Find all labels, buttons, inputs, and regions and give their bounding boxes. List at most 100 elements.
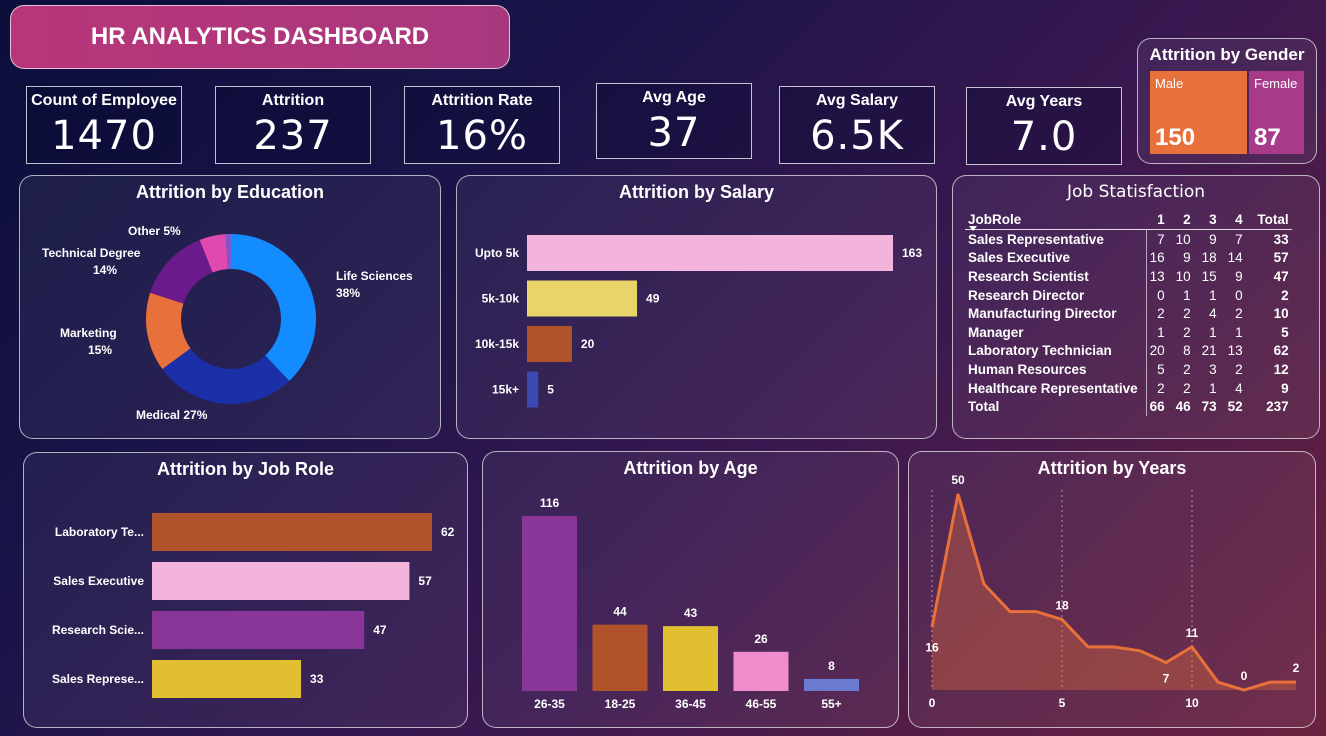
table-cell: 2 xyxy=(1281,287,1289,303)
kpi-label: Attrition Rate xyxy=(431,92,533,109)
bar xyxy=(733,651,789,691)
category-label: Upto 5k xyxy=(475,246,519,260)
gender-male-tile[interactable]: Male 150 xyxy=(1150,71,1247,154)
bar xyxy=(592,624,648,691)
kpi-value: 7.0 xyxy=(1010,114,1078,160)
jobrole-bar-chart: Laboratory Te... 62 Sales Executive 57 Resea… xyxy=(52,513,455,698)
table-cell: 5 xyxy=(1281,324,1289,340)
column-header-1[interactable]: 1 xyxy=(1142,209,1168,230)
slice-label: Technical Degree xyxy=(42,246,141,260)
bar xyxy=(152,562,410,600)
table-row[interactable]: Human Resources 5 2 3 2 12 xyxy=(965,360,1292,379)
table-cell: 57 xyxy=(1273,250,1289,266)
category-label: 18-25 xyxy=(605,697,636,711)
bar xyxy=(152,660,302,698)
table-cell: 2 xyxy=(1235,361,1243,377)
table-cell: 14 xyxy=(1227,250,1243,266)
kpi-count-of-employee: Count of Employee 1470 xyxy=(26,86,182,164)
kpi-attrition-rate: Attrition Rate 16% xyxy=(404,86,560,164)
data-label: 26 xyxy=(754,632,768,646)
table-cell: 1 xyxy=(1183,287,1191,303)
category-label: Sales Executive xyxy=(53,574,144,588)
slice-percent-label: 14% xyxy=(93,263,117,277)
row-label: Manager xyxy=(968,324,1024,340)
column-header-2[interactable]: 2 xyxy=(1168,209,1194,230)
kpi-value: 6.5K xyxy=(810,113,904,159)
data-label: 49 xyxy=(646,292,660,306)
table-row[interactable]: Research Scientist 13 10 15 9 47 xyxy=(965,267,1292,286)
table-row[interactable]: Research Director 0 1 1 0 2 xyxy=(965,286,1292,305)
sort-descending-icon[interactable] xyxy=(969,226,977,231)
table-cell: 10 xyxy=(1175,268,1191,284)
column-header-total[interactable]: Total xyxy=(1246,209,1292,230)
table-total-row[interactable]: Total 66 46 73 52 237 xyxy=(965,397,1292,416)
table-row[interactable]: Manufacturing Director 2 2 4 2 10 xyxy=(965,304,1292,323)
table-cell: 10 xyxy=(1273,306,1289,322)
table-row[interactable]: Laboratory Technician 20 8 21 13 62 xyxy=(965,342,1292,361)
kpi-value: 237 xyxy=(253,113,333,159)
bar xyxy=(152,611,365,649)
category-label: 5k-10k xyxy=(482,292,520,306)
education-donut-chart: Life Sciences 38% Medical 27% Marketing 15% T… xyxy=(42,224,413,422)
row-label: Total xyxy=(968,399,1000,415)
column-header-4[interactable]: 4 xyxy=(1220,209,1246,230)
category-label: Laboratory Te... xyxy=(55,525,144,539)
kpi-avg-years: Avg Years 7.0 xyxy=(966,87,1122,165)
job-satisfaction-title: Job Statisfaction xyxy=(1066,182,1206,202)
gender-female-tile[interactable]: Female 87 xyxy=(1249,71,1304,154)
table-cell: 33 xyxy=(1273,231,1289,247)
gender-card: Attrition by Gender Male 150 Female 87 xyxy=(1137,38,1317,164)
table-row[interactable]: Healthcare Representative 2 2 1 4 9 xyxy=(965,379,1292,398)
jobrole-card: Attrition by Job Role Laboratory Te... 62… xyxy=(23,452,468,728)
row-label: Healthcare Representative xyxy=(968,380,1138,396)
table-cell: 8 xyxy=(1183,343,1191,359)
job-satisfaction-card: Job Statisfaction JobRole 1 2 3 4 Total … xyxy=(952,175,1320,439)
table-cell: 9 xyxy=(1235,268,1243,284)
data-label: 43 xyxy=(684,606,698,620)
table-cell: 13 xyxy=(1227,343,1243,359)
donut-slice xyxy=(231,234,316,381)
kpi-value: 16% xyxy=(436,113,528,159)
row-label: Research Scientist xyxy=(968,268,1089,284)
data-label: 33 xyxy=(310,672,324,686)
table-cell: 0 xyxy=(1235,287,1243,303)
row-label: Human Resources xyxy=(968,361,1087,377)
table-cell: 237 xyxy=(1266,399,1289,415)
table-row[interactable]: Manager 1 2 1 1 5 xyxy=(965,323,1292,342)
data-label: 0 xyxy=(1241,669,1248,683)
data-label: 2 xyxy=(1293,661,1300,675)
data-label: 11 xyxy=(1186,626,1199,640)
data-label: 50 xyxy=(951,473,965,487)
slice-label: Life Sciences xyxy=(336,269,413,283)
job-satisfaction-table: JobRole 1 2 3 4 Total Sales Representati… xyxy=(965,209,1292,416)
table-cell: 1 xyxy=(1209,324,1217,340)
table-row[interactable]: Sales Executive 16 9 18 14 57 xyxy=(965,249,1292,268)
data-label: 62 xyxy=(441,525,455,539)
bar xyxy=(527,371,539,408)
table-cell: 18 xyxy=(1201,250,1217,266)
salary-bar-chart: Upto 5k 163 5k-10k 49 10k-15k 20 15k+ 5 xyxy=(475,235,922,408)
data-label: 5 xyxy=(547,383,554,397)
row-label: Laboratory Technician xyxy=(968,343,1112,359)
gender-male-label: Male xyxy=(1155,76,1184,91)
category-label: 46-55 xyxy=(746,697,777,711)
table-row[interactable]: Sales Representative 7 10 9 7 33 xyxy=(965,230,1292,249)
years-card: Attrition by Years 16 50 18 7 11 0 2 0 5 10 xyxy=(908,451,1316,728)
gender-female-value: 87 xyxy=(1254,124,1281,151)
data-label: 20 xyxy=(581,337,595,351)
column-header-jobrole[interactable]: JobRole xyxy=(965,209,1142,230)
bar xyxy=(522,516,577,691)
slice-percent-label: 15% xyxy=(88,343,112,357)
data-label: 8 xyxy=(828,659,835,673)
bar xyxy=(663,626,718,691)
table-cell: 4 xyxy=(1209,306,1217,322)
table-cell: 62 xyxy=(1273,343,1289,359)
table-cell: 2 xyxy=(1183,380,1191,396)
bar xyxy=(527,280,638,317)
column-header-3[interactable]: 3 xyxy=(1194,209,1220,230)
table-column-divider xyxy=(1146,230,1147,416)
table-cell: 46 xyxy=(1175,399,1191,415)
slice-percent-label: 38% xyxy=(336,286,360,300)
category-label: 10k-15k xyxy=(475,337,519,351)
data-label: 47 xyxy=(373,623,387,637)
